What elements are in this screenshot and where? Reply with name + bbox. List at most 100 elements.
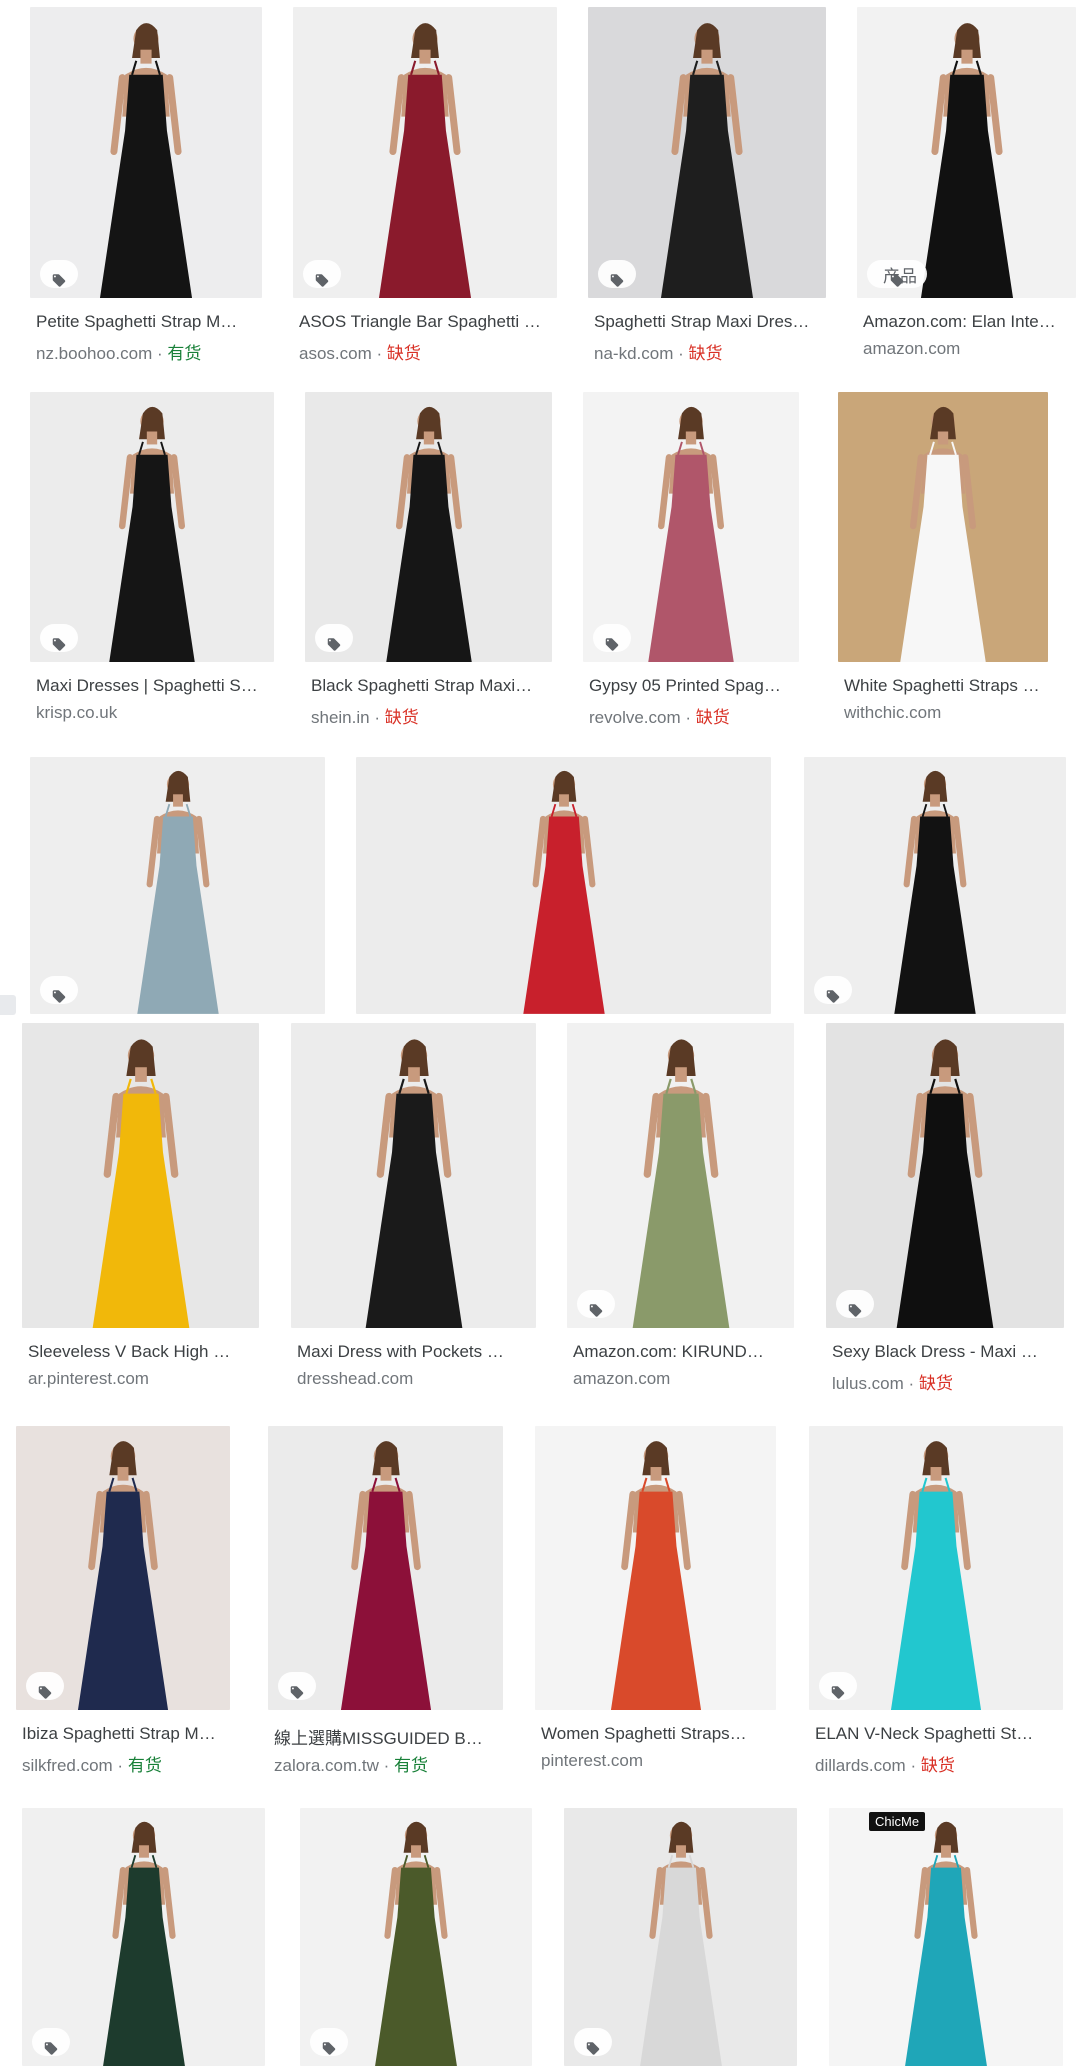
product-tag (40, 976, 78, 1004)
result-source[interactable]: nz.boohoo.com (36, 344, 152, 363)
result-thumbnail[interactable] (583, 392, 799, 662)
product-tag (278, 1672, 316, 1700)
result-title[interactable]: ELAN V-Neck Spaghetti St… (815, 1724, 1059, 1744)
result-thumbnail[interactable] (838, 392, 1048, 662)
result-thumbnail[interactable]: ChicMe (829, 1808, 1063, 2066)
side-scroll-tab[interactable] (0, 995, 16, 1015)
result-thumbnail[interactable] (588, 7, 826, 298)
result-thumbnail[interactable] (268, 1426, 503, 1710)
result-meta: ar.pinterest.com (28, 1369, 255, 1389)
meta-separator: · (383, 1756, 390, 1775)
meta-separator: · (156, 344, 163, 363)
result-thumbnail[interactable] (22, 1808, 265, 2066)
result-title[interactable]: Amazon.com: KIRUND… (573, 1342, 790, 1362)
result-source[interactable]: withchic.com (844, 703, 941, 722)
result-source[interactable]: asos.com (299, 344, 372, 363)
meta-separator: · (376, 344, 383, 363)
result-card[interactable]: Maxi Dresses | Spaghetti S… krisp.co.uk (30, 392, 274, 736)
result-thumbnail[interactable] (22, 1023, 259, 1328)
result-title[interactable]: 線上選購MISSGUIDED B… (274, 1724, 499, 1749)
result-card[interactable]: Spaghetti Strap Maxi Dres… na-kd.com · 缺货 (588, 7, 826, 372)
result-title[interactable]: Black Spaghetti Strap Maxi… (311, 676, 548, 696)
product-tag (26, 1672, 64, 1700)
result-card[interactable]: Women Spaghetti Straps… pinterest.com (535, 1426, 776, 1784)
result-thumbnail[interactable] (291, 1023, 536, 1328)
result-card[interactable]: 产品 Amazon.com: Elan Inte… amazon.com (857, 7, 1076, 372)
result-source[interactable]: shein.in (311, 708, 370, 727)
result-source[interactable]: amazon.com (863, 339, 960, 358)
result-thumbnail[interactable] (30, 392, 274, 662)
result-source[interactable]: zalora.com.tw (274, 1756, 379, 1775)
result-card[interactable]: Maxi Dress with Pockets … dresshead.com (291, 1023, 536, 1402)
result-meta: shein.in · 缺货 (311, 703, 548, 728)
result-source[interactable]: revolve.com (589, 708, 681, 727)
result-title[interactable]: Maxi Dress with Pockets … (297, 1342, 532, 1362)
result-card[interactable]: Gypsy 05 Printed Spag… revolve.com · 缺货 (583, 392, 799, 736)
result-card[interactable]: Sleeveless V Back High … ar.pinterest.com (22, 1023, 259, 1402)
result-thumbnail[interactable] (30, 7, 262, 298)
result-card[interactable]: ASOS Triangle Bar Spaghetti … asos.com · … (293, 7, 557, 372)
result-thumbnail[interactable] (16, 1426, 230, 1710)
result-card[interactable]: Black Spaghetti Strap Maxi… shein.in · 缺货 (305, 392, 552, 736)
result-card[interactable]: Petite Spaghetti Strap M… nz.boohoo.com ·… (30, 7, 262, 372)
result-thumbnail[interactable] (535, 1426, 776, 1710)
result-thumbnail[interactable] (305, 392, 552, 662)
result-thumbnail[interactable] (30, 757, 325, 1014)
result-title[interactable]: White Spaghetti Straps L… (844, 676, 1044, 696)
result-thumbnail[interactable]: 产品 (857, 7, 1076, 298)
result-source[interactable]: ar.pinterest.com (28, 1369, 149, 1388)
result-source[interactable]: dresshead.com (297, 1369, 413, 1388)
result-meta: zalora.com.tw · 有货 (274, 1751, 499, 1776)
result-thumbnail[interactable] (826, 1023, 1064, 1328)
result-thumbnail[interactable] (293, 7, 557, 298)
result-card[interactable]: ELAN V-Neck Spaghetti St… dillards.com · … (809, 1426, 1063, 1784)
result-source[interactable]: amazon.com (573, 1369, 670, 1388)
result-title[interactable]: Sexy Black Dress - Maxi … (832, 1342, 1060, 1362)
result-title[interactable]: Amazon.com: Elan Inte… (863, 312, 1072, 332)
result-source[interactable]: dillards.com (815, 1756, 906, 1775)
availability-status: 缺货 (386, 344, 421, 363)
result-card[interactable] (300, 1808, 532, 2066)
result-card[interactable]: Amazon.com: KIRUND… amazon.com (567, 1023, 794, 1402)
result-card[interactable] (356, 757, 771, 1014)
result-source[interactable]: na-kd.com (594, 344, 673, 363)
result-source[interactable]: pinterest.com (541, 1751, 643, 1770)
product-tag (310, 2028, 348, 2056)
result-card[interactable]: White Spaghetti Straps L… withchic.com (838, 392, 1048, 736)
result-title[interactable]: Ibiza Spaghetti Strap M… (22, 1724, 226, 1744)
result-source[interactable]: krisp.co.uk (36, 703, 117, 722)
result-title[interactable]: Petite Spaghetti Strap M… (36, 312, 258, 332)
result-card[interactable] (30, 757, 325, 1014)
result-card[interactable]: Sexy Black Dress - Maxi … lulus.com · 缺货 (826, 1023, 1064, 1402)
result-card[interactable] (564, 1808, 797, 2066)
availability-status: 缺货 (920, 1756, 955, 1775)
result-thumbnail[interactable] (564, 1808, 797, 2066)
result-title[interactable]: Gypsy 05 Printed Spag… (589, 676, 795, 696)
result-title[interactable]: ASOS Triangle Bar Spaghetti … (299, 312, 553, 332)
result-meta: dresshead.com (297, 1369, 532, 1389)
availability-status: 缺货 (384, 708, 419, 727)
result-meta: amazon.com (863, 339, 1072, 359)
result-meta: pinterest.com (541, 1751, 772, 1771)
result-meta: na-kd.com · 缺货 (594, 339, 822, 364)
result-card[interactable]: 線上選購MISSGUIDED B… zalora.com.tw · 有货 (268, 1426, 503, 1784)
result-thumbnail[interactable] (356, 757, 771, 1014)
availability-status: 有货 (127, 1756, 162, 1775)
result-card[interactable] (22, 1808, 265, 2066)
result-card[interactable]: Ibiza Spaghetti Strap M… silkfred.com · 有… (16, 1426, 230, 1784)
result-title[interactable]: Maxi Dresses | Spaghetti S… (36, 676, 270, 696)
result-meta: krisp.co.uk (36, 703, 270, 723)
result-title[interactable]: Sleeveless V Back High … (28, 1342, 255, 1362)
result-thumbnail[interactable] (809, 1426, 1063, 1710)
product-tag (819, 1672, 857, 1700)
result-card[interactable] (804, 757, 1066, 1014)
result-card[interactable]: ChicMe (829, 1808, 1063, 2066)
result-title[interactable]: Spaghetti Strap Maxi Dres… (594, 312, 822, 332)
result-source[interactable]: silkfred.com (22, 1756, 113, 1775)
result-thumbnail[interactable] (804, 757, 1066, 1014)
result-meta: dillards.com · 缺货 (815, 1751, 1059, 1776)
result-source[interactable]: lulus.com (832, 1374, 904, 1393)
result-thumbnail[interactable] (300, 1808, 532, 2066)
result-title[interactable]: Women Spaghetti Straps… (541, 1724, 772, 1744)
result-thumbnail[interactable] (567, 1023, 794, 1328)
